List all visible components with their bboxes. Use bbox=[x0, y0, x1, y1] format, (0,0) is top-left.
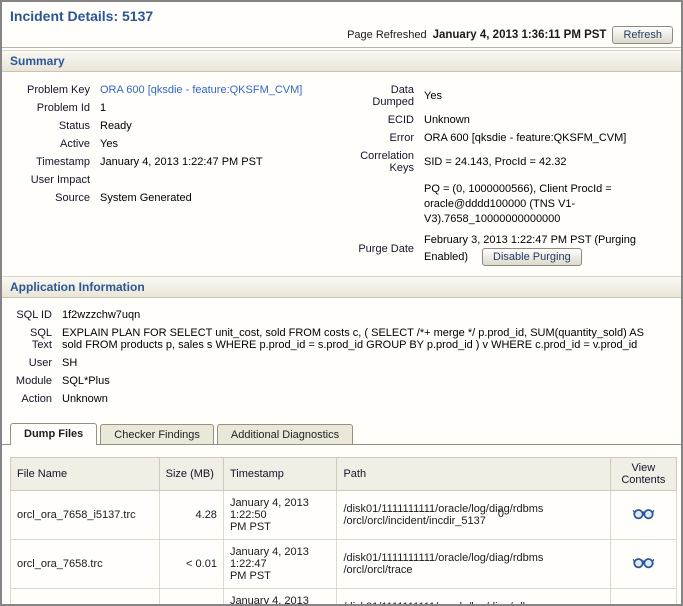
tab-additional-diagnostics[interactable]: Additional Diagnostics bbox=[216, 423, 354, 444]
active-label: Active bbox=[60, 138, 90, 150]
column-header-file-name: File Name bbox=[10, 456, 160, 491]
path-cell: /disk01/1111111111/oracle/log/diag/rdbms… bbox=[336, 538, 611, 589]
summary-section: Problem Key ORA 600 [qksdie - feature:QK… bbox=[2, 72, 681, 274]
path-line: /disk01/1111111111/oracle/log/diag/rdbms bbox=[343, 551, 544, 564]
source-value: System Generated bbox=[100, 192, 192, 204]
purge-date-value: February 3, 2013 1:22:47 PM PST (Purging… bbox=[424, 233, 672, 266]
view-contents-cell bbox=[609, 587, 678, 604]
correlation-keys-label: Correlation Keys bbox=[360, 150, 414, 174]
page-refreshed-label: Page Refreshed bbox=[347, 29, 427, 41]
data-dumped-label: Data Dumped bbox=[372, 84, 414, 108]
sql-id-label: SQL ID bbox=[16, 308, 52, 321]
table-header-row: File Name Size (MB) Timestamp Path View … bbox=[10, 456, 678, 491]
user-label: User bbox=[28, 356, 52, 369]
data-dumped-value: Yes bbox=[424, 90, 442, 102]
timestamp-cell: January 4, 2013 1:22:50 PM PST bbox=[222, 587, 338, 606]
dump-files-panel: File Name Size (MB) Timestamp Path View … bbox=[2, 445, 681, 606]
status-label: Status bbox=[58, 120, 90, 132]
module-value: SQL*Plus bbox=[62, 374, 110, 387]
sql-text-label: SQL Text bbox=[29, 326, 52, 351]
ecid-label: ECID bbox=[387, 114, 414, 126]
application-information-heading: Application Information bbox=[2, 275, 681, 298]
sql-id-value: 1f2wzzchw7uqn bbox=[62, 308, 141, 321]
view-contents-glasses-icon[interactable] bbox=[632, 556, 655, 569]
column-header-size-mb: Size (MB) bbox=[158, 456, 224, 491]
table-row: orcl_ora_7658.trc < 0.01 January 4, 2013… bbox=[10, 538, 678, 589]
sql-text-value: EXPLAIN PLAN FOR SELECT unit_cost, sold … bbox=[62, 326, 644, 351]
problem-key-label: Problem Key bbox=[27, 84, 90, 96]
path-note: 0 bbox=[497, 507, 505, 520]
column-header-timestamp: Timestamp bbox=[222, 456, 338, 491]
path-line-text: /orcl/orcl/incident/incdir_5137 bbox=[343, 514, 486, 527]
page-refreshed-row: Page Refreshed January 4, 2013 1:36:11 P… bbox=[10, 26, 673, 44]
active-value: Yes bbox=[100, 138, 118, 150]
column-header-view-contents: View Contents bbox=[609, 456, 678, 491]
action-value: Unknown bbox=[62, 392, 108, 405]
timestamp-line: PM PST bbox=[229, 569, 271, 582]
summary-left-column: Problem Key ORA 600 [qksdie - feature:QK… bbox=[10, 84, 348, 266]
problem-id-value: 1 bbox=[100, 102, 107, 114]
problem-id-label: Problem Id bbox=[36, 102, 90, 114]
timestamp-label: Timestamp bbox=[36, 156, 90, 168]
page-title: Incident Details: 5137 bbox=[10, 8, 154, 24]
user-impact-value bbox=[100, 174, 348, 186]
timestamp-line: PM PST bbox=[229, 520, 271, 533]
correlation-keys-value: SID = 24.143, ProcId = 42.32 bbox=[424, 156, 567, 168]
action-label: Action bbox=[21, 392, 52, 405]
summary-right-column: Data Dumped Yes ECID Unknown Error ORA 6… bbox=[350, 84, 672, 266]
path-cell: /disk01/1111111111/oracle/log/diag/rdbms… bbox=[336, 489, 611, 540]
file-name-cell: orcl_ora_7658_i5137.trc bbox=[10, 489, 160, 540]
table-row: orcl_m000_8100_i5137_a.trc < 0.01 Januar… bbox=[10, 587, 678, 606]
path-line: /disk01/1111111111/oracle/log/diag/rdbms bbox=[343, 502, 544, 515]
page-refreshed-value: January 4, 2013 1:36:11 PM PST bbox=[432, 29, 607, 41]
view-contents-cell bbox=[609, 489, 678, 540]
incident-details-page: Incident Details: 5137 Page Refreshed Ja… bbox=[0, 0, 683, 606]
timestamp-value: January 4, 2013 1:22:47 PM PST bbox=[100, 156, 263, 168]
view-contents-cell bbox=[609, 538, 678, 589]
file-name-cell: orcl_ora_7658.trc bbox=[10, 538, 160, 589]
status-value: Ready bbox=[100, 120, 132, 132]
path-line: /orcl/orcl/incident/incdir_5137 0 bbox=[343, 508, 603, 527]
source-label: Source bbox=[55, 192, 90, 204]
tab-dump-files[interactable]: Dump Files bbox=[10, 422, 98, 445]
size-cell: < 0.01 bbox=[158, 538, 224, 589]
path-line: /orcl/orcl/trace bbox=[343, 563, 413, 576]
error-label: Error bbox=[389, 132, 414, 144]
user-value: SH bbox=[62, 356, 78, 369]
timestamp-cell: January 4, 2013 1:22:50 PM PST bbox=[222, 489, 338, 540]
dump-files-table: File Name Size (MB) Timestamp Path View … bbox=[10, 456, 678, 606]
timestamp-line: January 4, 2013 1:22:50 bbox=[229, 594, 309, 606]
timestamp-line: January 4, 2013 1:22:47 bbox=[229, 545, 309, 570]
column-header-path: Path bbox=[336, 456, 611, 491]
page-header: Incident Details: 5137 Page Refreshed Ja… bbox=[2, 2, 681, 48]
summary-section-heading: Summary bbox=[2, 50, 681, 72]
path-line: /disk01/1111111111/oracle/log/diag/rdbms bbox=[343, 601, 603, 604]
application-information-section: SQL ID 1f2wzzchw7uqn SQL Text EXPLAIN PL… bbox=[2, 298, 681, 414]
timestamp-cell: January 4, 2013 1:22:47 PM PST bbox=[222, 538, 338, 589]
size-cell: 4.28 bbox=[158, 489, 224, 540]
correlation-keys-extra: PQ = (0, 1000000566), Client ProcId = or… bbox=[424, 183, 612, 225]
tab-checker-findings[interactable]: Checker Findings bbox=[100, 423, 214, 444]
module-label: Module bbox=[15, 374, 52, 387]
purge-date-label: Purge Date bbox=[358, 243, 414, 256]
error-value: ORA 600 [qksdie - feature:QKSFM_CVM] bbox=[424, 132, 627, 144]
file-name-cell: orcl_m000_8100_i5137_a.trc bbox=[10, 587, 160, 604]
timestamp-line: January 4, 2013 1:22:50 bbox=[229, 496, 309, 521]
view-contents-glasses-icon[interactable] bbox=[632, 507, 655, 520]
size-cell: < 0.01 bbox=[158, 587, 224, 604]
table-row: orcl_ora_7658_i5137.trc 4.28 January 4, … bbox=[10, 489, 678, 540]
disable-purging-button[interactable]: Disable Purging bbox=[482, 247, 582, 266]
problem-key-link[interactable]: ORA 600 [qksdie - feature:QKSFM_CVM] bbox=[100, 84, 348, 96]
user-impact-label: User Impact bbox=[30, 174, 90, 186]
ecid-value: Unknown bbox=[424, 114, 470, 126]
refresh-button[interactable]: Refresh bbox=[612, 26, 673, 44]
path-cell: /disk01/1111111111/oracle/log/diag/rdbms… bbox=[336, 587, 611, 604]
detail-tabs: Dump Files Checker Findings Additional D… bbox=[2, 422, 681, 445]
